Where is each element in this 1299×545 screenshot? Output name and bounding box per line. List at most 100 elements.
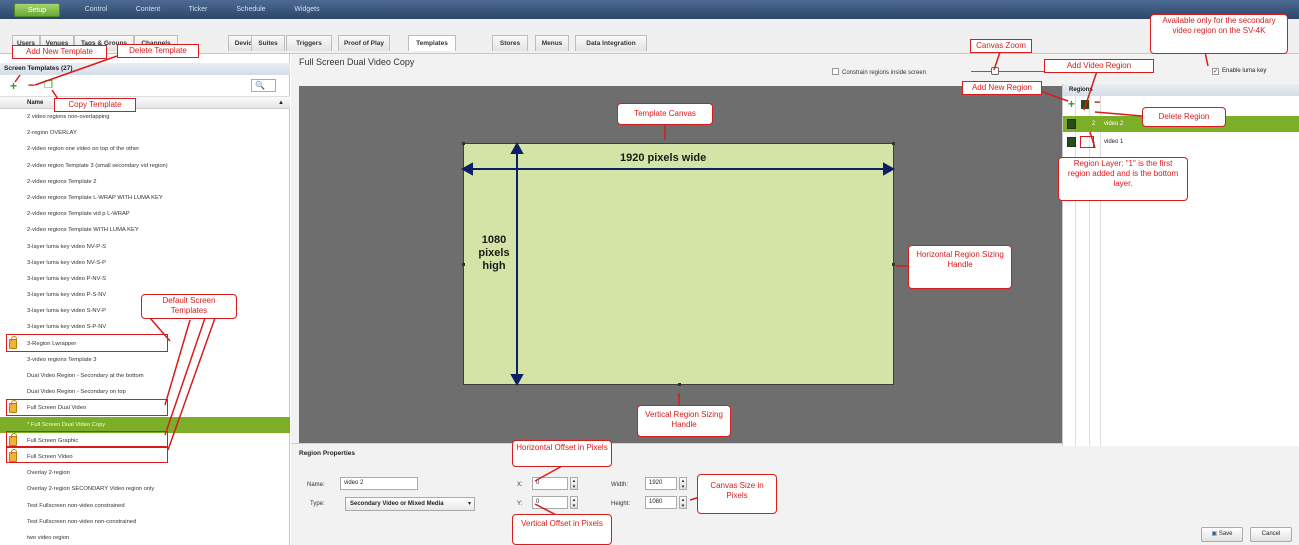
template-row-label: two video region [27,534,70,541]
template-row[interactable]: 3-layer luma key video NV-P-S [0,239,290,255]
callout-luma-note: Available only for the secondary video r… [1150,14,1288,54]
height-label: Height: [611,501,631,507]
video-region-canvas[interactable] [462,142,895,386]
nav-setup[interactable]: Setup [14,3,60,17]
highlight-full-screen-dual-video [6,399,168,416]
cancel-button[interactable]: Cancel [1250,527,1292,542]
template-row[interactable]: 3-layer luma key video NV-S-P [0,255,290,271]
delete-template-icon[interactable]: − [28,78,35,92]
height-stepper[interactable]: ▴ ▾ [679,496,687,509]
checked-icon[interactable]: ✓ [1212,68,1219,75]
luma-label: Enable luma key [1222,68,1267,74]
template-row-label: Dual Video Region - Secondary at the bot… [27,373,144,379]
region-type-select[interactable]: Secondary Video or Mixed Media ▾ [345,497,475,511]
callout-horizontal-offset: Horizontal Offset in Pixels [512,440,612,467]
column-header-label: Name [27,100,44,106]
callout-template-canvas: Template Canvas [617,103,713,125]
template-row[interactable]: Dual Video Region - Secondary on top [0,384,290,400]
template-row-label: 2-video regions Template vid p L-WRAP [27,211,130,218]
vertical-sizing-handle[interactable] [678,383,681,386]
template-row[interactable]: 2-video region Template 3 (small seconda… [0,158,290,174]
template-name-title: Full Screen Dual Video Copy [299,57,415,67]
type-label: Type: [310,501,325,507]
template-row[interactable]: 2-region OVERLAY [0,125,290,141]
callout-copy-template: Copy Template [54,98,136,112]
copy-template-icon[interactable]: ❐ [44,79,53,93]
y-offset-input[interactable]: 0 [532,496,568,509]
add-template-icon[interactable]: + [10,79,17,93]
tab-templates[interactable]: Templates [408,35,456,51]
save-label: Save [1218,531,1233,537]
x-stepper[interactable]: ▴ ▾ [570,477,578,490]
nav-widgets[interactable]: Widgets [286,3,328,17]
highlight-full-screen-video [6,446,168,463]
width-stepper[interactable]: ▴ ▾ [679,477,687,490]
callout-delete-region: Delete Region [1142,107,1226,127]
name-column-header[interactable]: Name ▲ [0,97,290,109]
template-row-label: Test Fullscreen non-video constrained [27,502,125,509]
nav-content[interactable]: Content [128,3,168,17]
template-row-label: 2-video regions Template WITH LUMA KEY [27,227,139,234]
template-row-label: 2-region OVERLAY [27,130,77,137]
template-row-label: 3-layer luma key video NV-P-S [27,243,106,250]
template-row[interactable]: 2-video regions Template vid p L-WRAP [0,206,290,222]
enable-luma-key-checkbox[interactable]: ✓ Enable luma key [1212,68,1266,75]
x-offset-input[interactable]: 0 [532,477,568,490]
template-row[interactable]: Overlay 2-region SECONDARY Video region … [0,481,290,497]
add-region-icon[interactable]: + [1068,97,1075,111]
template-row-label: Overlay 2-region [27,470,70,477]
template-row-label: 2 video regions non-overlapping [27,114,110,120]
save-button[interactable]: ▣ Save [1201,527,1243,542]
template-row[interactable]: 3-layer luma key video P-NV-S [0,271,290,287]
nav-control[interactable]: Control [76,3,116,17]
sort-arrow-icon: ▲ [278,100,284,106]
template-row[interactable]: 2-video regions Template 2 [0,174,290,190]
height-input[interactable]: 1080 [645,496,677,509]
template-row-label: 3-layer luma key video NV-S-P [27,259,106,266]
callout-add-video-region: Add Video Region [1044,59,1154,73]
tab-stores[interactable]: Stores [492,35,528,51]
tab-data-integration[interactable]: Data Integration [575,35,647,51]
template-toolbar: + − ❐ 🔍 [0,77,290,97]
corner-handle[interactable] [462,142,465,145]
template-row[interactable]: 2-video regions Template WITH LUMA KEY [0,222,290,238]
checkbox-icon[interactable] [832,68,839,75]
type-value: Secondary Video or Mixed Media [350,501,444,507]
template-row[interactable]: Dual Video Region - Secondary at the bot… [0,368,290,384]
region-name: video 1 [1104,139,1124,145]
template-row[interactable]: two video region [0,530,290,545]
template-row[interactable]: Overlay 2-region [0,465,290,481]
chevron-down-icon: ▾ [467,501,471,507]
tab-menus[interactable]: Menus [535,35,569,51]
tab-suites[interactable]: Suites [251,35,285,51]
template-row[interactable]: 2-video regions Template L-WRAP WITH LUM… [0,190,290,206]
search-icon: 🔍 [255,81,265,90]
template-row[interactable]: Test Fullscreen non-video constrained [0,498,290,514]
callout-vertical-handle: Vertical Region Sizing Handle [637,405,731,437]
template-search-input[interactable]: 🔍 [251,79,276,92]
region-name-input[interactable]: video 2 [340,477,418,490]
callout-delete-template: Delete Template [117,44,199,58]
left-sizing-handle[interactable] [462,263,465,266]
template-row[interactable]: 3-video regions Template 3 [0,352,290,368]
constrain-regions-checkbox[interactable]: Constrain regions inside screen [832,68,926,76]
width-input[interactable]: 1920 [645,477,677,490]
region-layer-number: 2 [1092,121,1096,127]
horizontal-sizing-handle[interactable] [892,263,895,266]
template-row-label: Test Fullscreen non-video non-constraine… [27,518,137,525]
template-row[interactable]: 2-video region one video on top of the o… [0,141,290,157]
tab-triggers[interactable]: Triggers [286,35,332,51]
regions-panel: Regions + − 2 video 2 1 video 1 [1062,84,1299,446]
template-row[interactable]: 2 video regions non-overlapping [0,109,290,125]
cancel-label: Cancel [1261,531,1281,537]
template-row[interactable]: Test Fullscreen non-video non-constraine… [0,514,290,530]
top-navigation: Setup Control Content Ticker Schedule Wi… [0,0,1299,19]
nav-ticker[interactable]: Ticker [180,3,216,17]
callout-region-layer: Region Layer: "1" is the first region ad… [1058,157,1188,201]
corner-handle[interactable] [892,142,895,145]
y-stepper[interactable]: ▴ ▾ [570,496,578,509]
tab-proof-of-play[interactable]: Proof of Play [338,35,390,51]
region-row[interactable]: 1 video 1 [1063,134,1299,150]
nav-schedule[interactable]: Schedule [228,3,274,17]
canvas-zoom-slider[interactable] [991,67,999,75]
